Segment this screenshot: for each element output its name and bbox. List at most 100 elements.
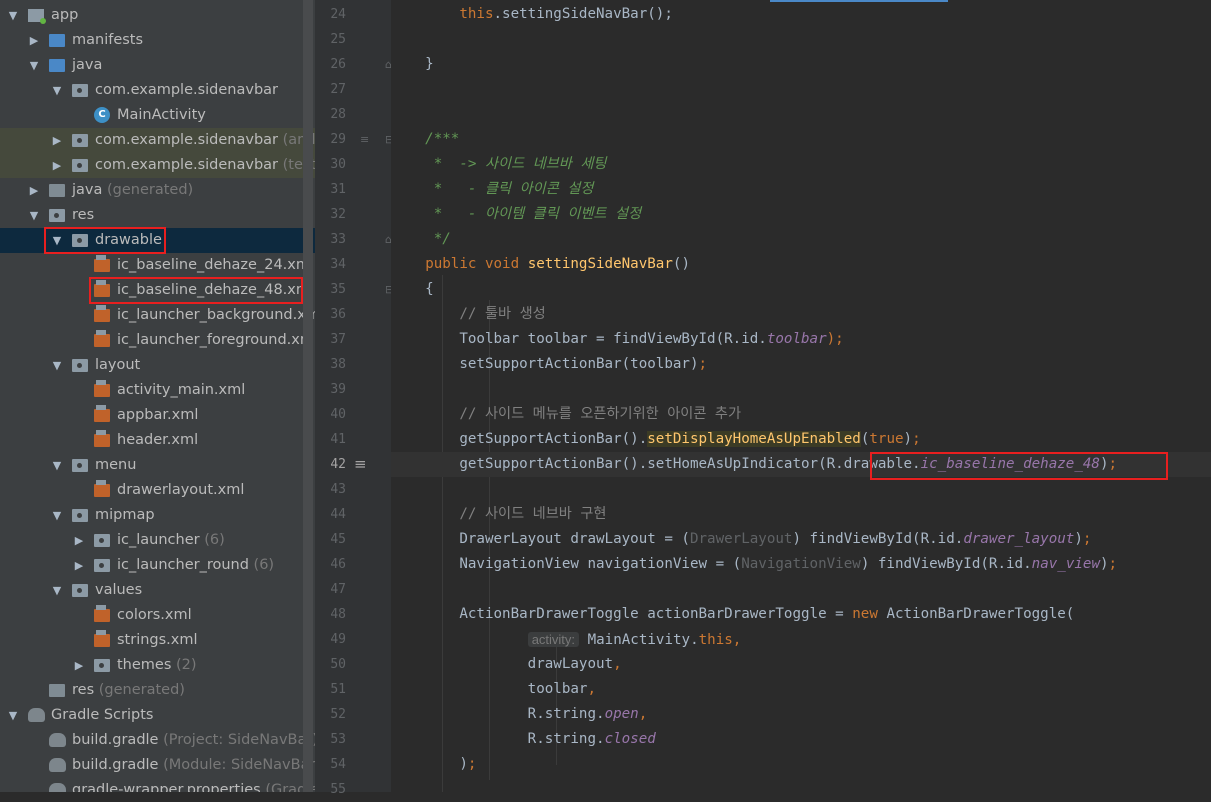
code-line[interactable]: * - 클릭 아이콘 설정 <box>391 177 1211 202</box>
code-token: Toolbar toolbar = findViewById(R.id. <box>408 331 767 347</box>
chevron-down-icon[interactable]: ▼ <box>50 78 64 103</box>
chevron-right-icon[interactable]: ▶ <box>50 128 64 153</box>
tree-item[interactable]: strings.xml <box>0 628 315 653</box>
chevron-down-icon[interactable]: ▼ <box>27 203 41 228</box>
code-token: ; <box>467 756 477 772</box>
code-line[interactable]: // 사이드 네브바 구현 <box>391 502 1211 527</box>
chevron-down-icon[interactable]: ▼ <box>6 703 20 728</box>
tree-item[interactable]: ▶ manifests <box>0 28 315 53</box>
tree-item[interactable]: ▶ com.example.sidenavbar (test) <box>0 153 315 178</box>
tree-item-label: ic_launcher_background.xml <box>117 307 315 323</box>
code-line[interactable] <box>391 477 1211 502</box>
line-number: 36 <box>330 307 346 322</box>
project-tree-scrollbar[interactable] <box>303 0 313 792</box>
tree-item[interactable]: build.gradle (Module: SideNavBar.a <box>0 753 315 778</box>
code-line[interactable]: R.string.open, <box>391 702 1211 727</box>
tree-item[interactable]: ic_launcher_foreground.xml ( <box>0 328 315 353</box>
chevron-down-icon[interactable]: ▼ <box>27 53 41 78</box>
tree-item[interactable]: ▼ Gradle Scripts <box>0 703 315 728</box>
tree-item[interactable]: ▼ mipmap <box>0 503 315 528</box>
tree-item[interactable]: ic_launcher_background.xml <box>0 303 315 328</box>
code-token: /*** <box>408 131 460 147</box>
tree-item-label: res <box>72 207 95 223</box>
highlight-box-dehaze-48-file <box>89 277 303 304</box>
code-line[interactable] <box>391 377 1211 402</box>
code-line[interactable] <box>391 77 1211 102</box>
tree-item[interactable]: ▶ ic_launcher_round (6) <box>0 553 315 578</box>
line-number: 25 <box>330 32 346 47</box>
tree-item[interactable]: ▶ com.example.sidenavbar (andro <box>0 128 315 153</box>
tree-item[interactable]: header.xml <box>0 428 315 453</box>
code-line[interactable]: toolbar, <box>391 677 1211 702</box>
chevron-right-icon[interactable]: ▶ <box>27 28 41 53</box>
code-line[interactable]: */ <box>391 227 1211 252</box>
code-line[interactable]: /*** <box>391 127 1211 152</box>
tree-item[interactable]: ▶ java (generated) <box>0 178 315 203</box>
tree-item-label: build.gradle (Module: SideNavBar.a <box>72 753 315 778</box>
tree-item[interactable]: gradle-wrapper.properties (Gradle V <box>0 778 315 792</box>
code-token: nav_view <box>1031 556 1100 572</box>
code-line[interactable]: activity: MainActivity.this, <box>391 627 1211 652</box>
chevron-right-icon[interactable]: ▶ <box>72 528 86 553</box>
tree-item-label: res (generated) <box>72 682 185 698</box>
tree-item[interactable]: build.gradle (Project: SideNavBar) <box>0 728 315 753</box>
code-line[interactable]: // 사이드 메뉴를 오픈하기위한 아이콘 추가 <box>391 402 1211 427</box>
chevron-down-icon[interactable]: ▼ <box>6 3 20 28</box>
chevron-right-icon[interactable]: ▶ <box>72 653 86 678</box>
code-line[interactable]: ActionBarDrawerToggle actionBarDrawerTog… <box>391 602 1211 627</box>
code-line[interactable]: Toolbar toolbar = findViewById(R.id.tool… <box>391 327 1211 352</box>
chevron-right-icon[interactable]: ▶ <box>50 153 64 178</box>
code-line[interactable] <box>391 27 1211 52</box>
chevron-down-icon[interactable]: ▼ <box>50 503 64 528</box>
tree-item-label: themes (2) <box>117 657 197 673</box>
code-line[interactable]: ); <box>391 752 1211 777</box>
code-line[interactable]: * -> 사이드 네브바 세팅 <box>391 152 1211 177</box>
code-line[interactable]: NavigationView navigationView = (Navigat… <box>391 552 1211 577</box>
code-line[interactable] <box>391 777 1211 792</box>
tree-item[interactable]: activity_main.xml <box>0 378 315 403</box>
tree-item[interactable]: ▼ values <box>0 578 315 603</box>
chevron-down-icon[interactable]: ▼ <box>50 353 64 378</box>
code-token: settingSideNavBar <box>527 256 673 272</box>
tree-item[interactable]: ▼ layout <box>0 353 315 378</box>
chevron-right-icon[interactable]: ▶ <box>72 553 86 578</box>
code-line[interactable]: this.settingSideNavBar(); <box>391 2 1211 27</box>
code-line[interactable]: DrawerLayout drawLayout = (DrawerLayout)… <box>391 527 1211 552</box>
code-line[interactable]: setSupportActionBar(toolbar); <box>391 352 1211 377</box>
line-number: 48 <box>330 607 346 622</box>
tree-item[interactable]: C MainActivity <box>0 103 315 128</box>
gradle-icon <box>49 783 66 792</box>
tree-item-label: appbar.xml <box>117 407 199 423</box>
code-line[interactable]: // 툴바 생성 <box>391 302 1211 327</box>
code-line[interactable]: { <box>391 277 1211 302</box>
line-number: 30 <box>330 157 346 172</box>
code-line[interactable] <box>391 577 1211 602</box>
tree-item[interactable]: ▼ res <box>0 203 315 228</box>
tree-item[interactable]: drawerlayout.xml <box>0 478 315 503</box>
tree-item[interactable]: res (generated) <box>0 678 315 703</box>
code-editor[interactable]: this.settingSideNavBar(); } /*** * -> 사이… <box>391 0 1211 792</box>
tree-item[interactable]: ic_baseline_dehaze_24.xml <box>0 253 315 278</box>
code-line[interactable]: public void settingSideNavBar() <box>391 252 1211 277</box>
chevron-down-icon[interactable]: ▼ <box>50 578 64 603</box>
code-line[interactable]: * - 아이템 클릭 이벤트 설정 <box>391 202 1211 227</box>
code-token: * -> 사이드 네브바 세팅 <box>408 156 607 172</box>
code-line[interactable] <box>391 102 1211 127</box>
tree-item[interactable]: ▼ java <box>0 53 315 78</box>
code-token: MainActivity. <box>579 632 699 648</box>
chevron-down-icon[interactable]: ▼ <box>50 453 64 478</box>
tree-item[interactable]: ▶ themes (2) <box>0 653 315 678</box>
code-line[interactable]: } <box>391 52 1211 77</box>
tree-item[interactable]: ▶ ic_launcher (6) <box>0 528 315 553</box>
tree-item[interactable]: ▼ com.example.sidenavbar <box>0 78 315 103</box>
code-line[interactable]: drawLayout, <box>391 652 1211 677</box>
tree-item[interactable]: ▼ app <box>0 3 315 28</box>
javadoc-icon[interactable]: ≡ <box>360 133 369 146</box>
tree-item-label: com.example.sidenavbar (andro <box>95 128 315 153</box>
tree-item[interactable]: colors.xml <box>0 603 315 628</box>
code-line[interactable]: getSupportActionBar().setDisplayHomeAsUp… <box>391 427 1211 452</box>
tree-item[interactable]: ▼ menu <box>0 453 315 478</box>
chevron-right-icon[interactable]: ▶ <box>27 178 41 203</box>
code-line[interactable]: R.string.closed <box>391 727 1211 752</box>
tree-item[interactable]: appbar.xml <box>0 403 315 428</box>
